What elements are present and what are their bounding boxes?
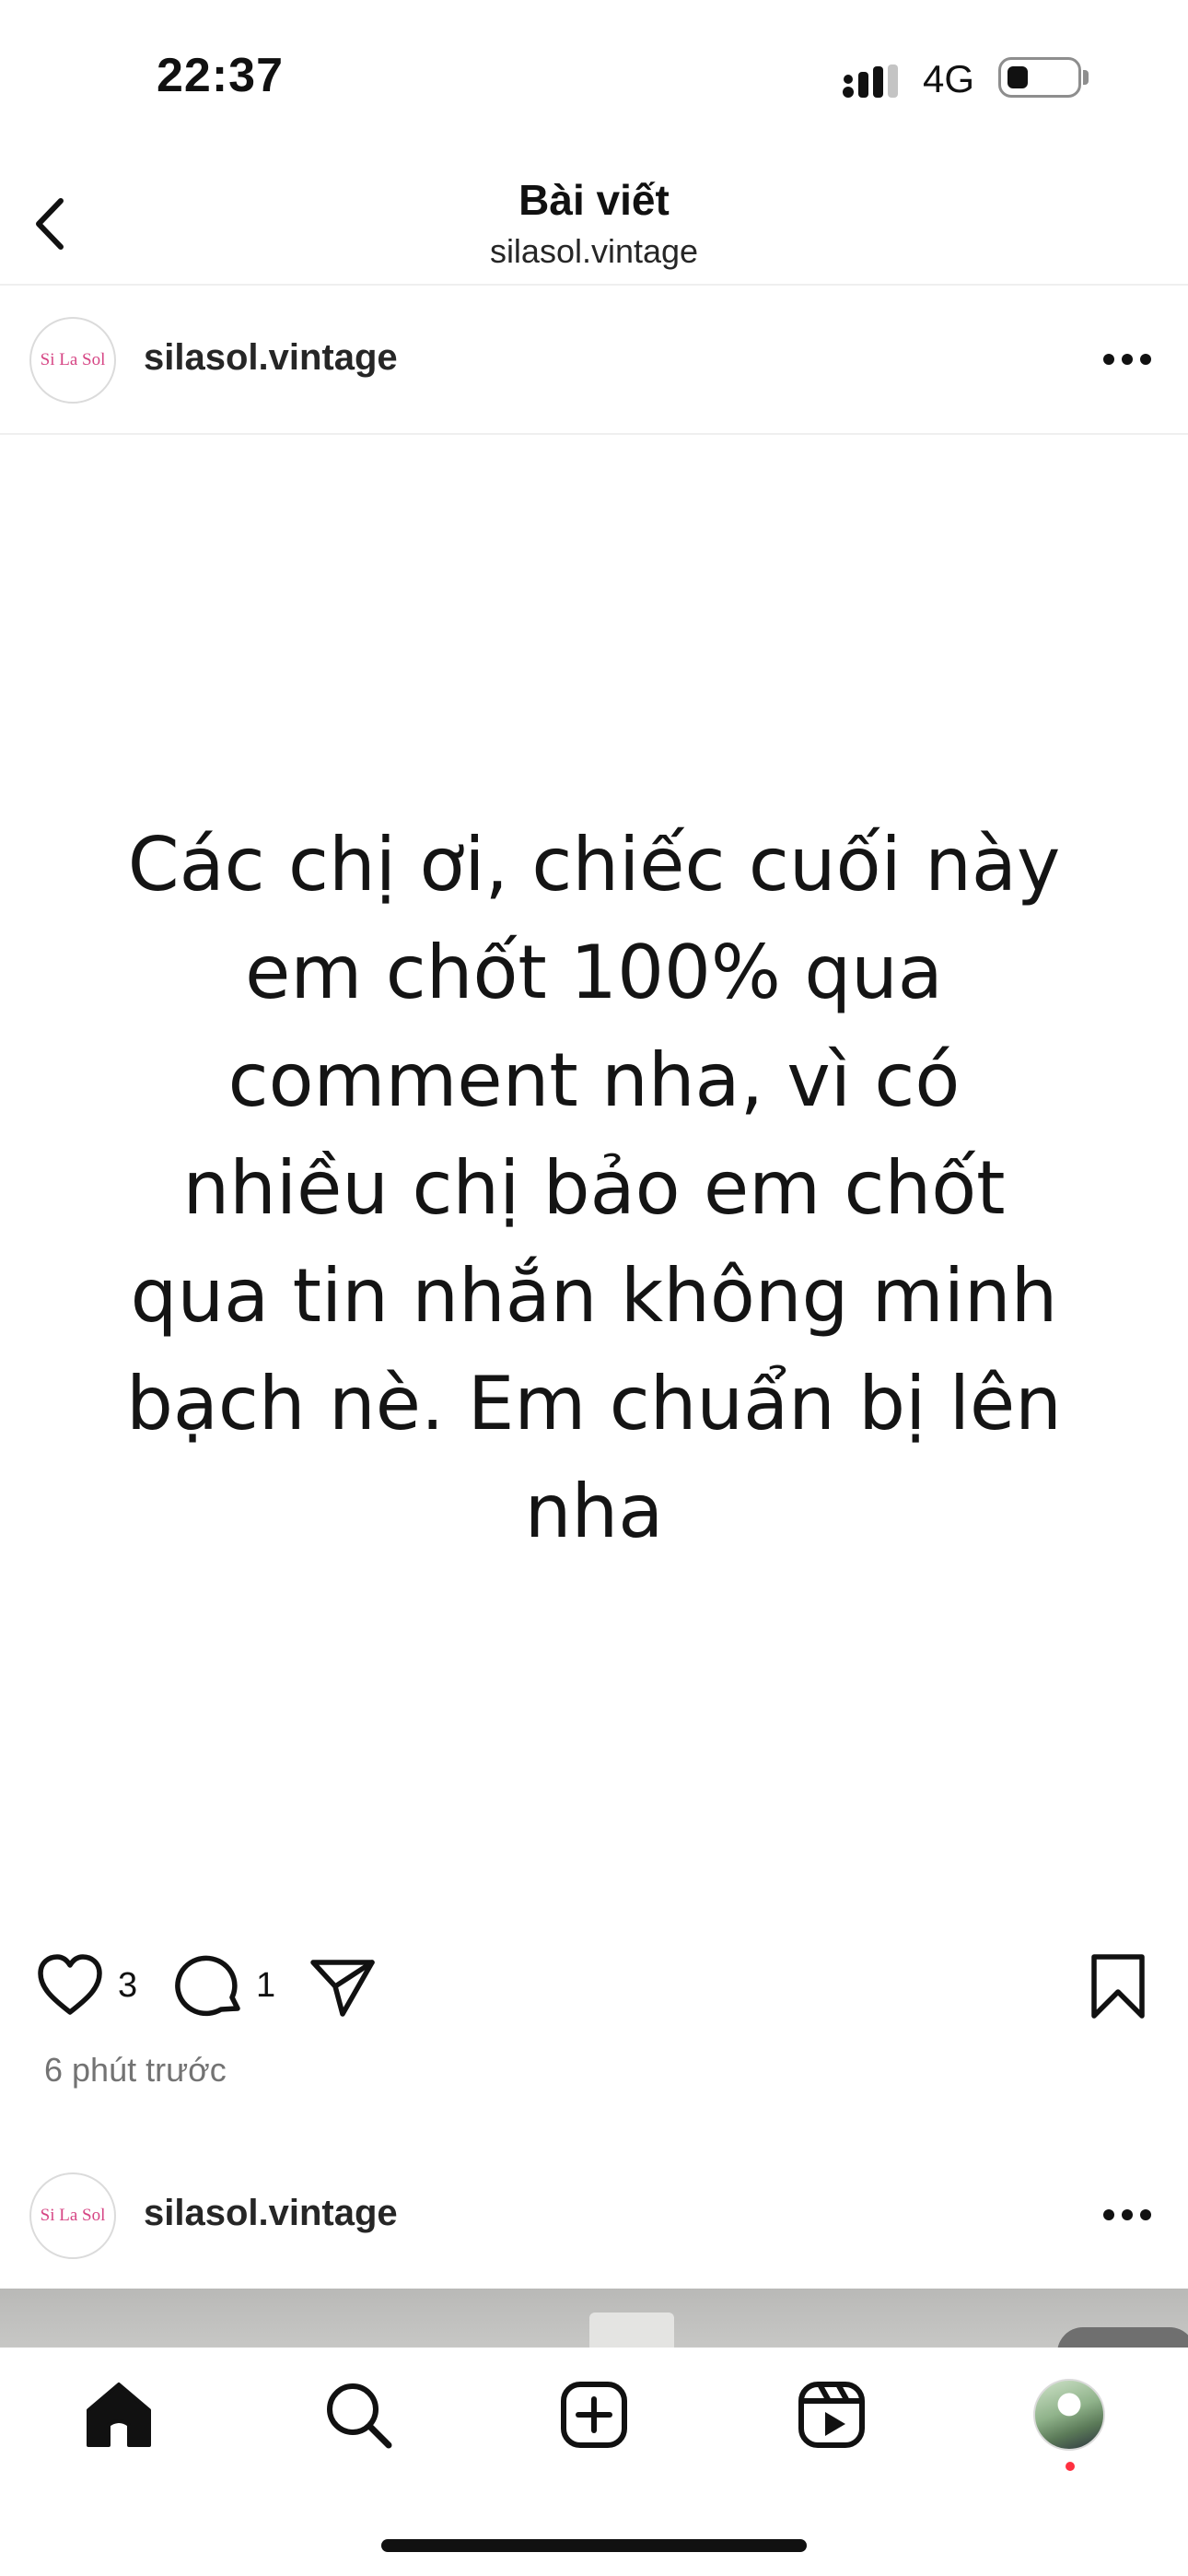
share-send-icon[interactable] [308,1951,378,2021]
create-post-icon[interactable] [558,2379,630,2451]
home-icon[interactable] [83,2379,155,2451]
comment-bubble-icon[interactable] [175,1951,245,2021]
search-icon[interactable] [322,2379,394,2451]
page-title: Bài viết [518,176,670,224]
post-author-username[interactable]: silasol.vintage [144,337,398,379]
comment-count[interactable]: 1 [256,1966,275,2006]
network-type: 4G [923,57,975,100]
home-indicator [381,2539,807,2552]
page-subtitle[interactable]: silasol.vintage [0,232,1188,271]
next-post-image[interactable] [0,2289,1188,2364]
post-header-divider [0,433,1188,435]
battery-icon [998,57,1081,98]
next-post-author-username[interactable]: silasol.vintage [144,2193,398,2234]
save-bookmark-icon[interactable] [1083,1951,1153,2021]
status-time: 22:37 [157,49,284,102]
cellular-signal-icon [843,64,898,98]
like-count[interactable]: 3 [118,1966,137,2006]
reels-icon[interactable] [796,2379,868,2451]
post-timestamp: 6 phút trước [44,2051,227,2089]
more-options-icon[interactable] [1101,352,1153,367]
next-post-author-avatar[interactable]: Si La Sol [29,2172,116,2259]
battery-tip [1083,70,1089,85]
next-post-more-options-icon[interactable] [1101,2207,1153,2222]
profile-notification-dot [1066,2462,1075,2471]
profile-avatar[interactable] [1033,2379,1105,2451]
header-divider [0,284,1188,286]
post-author-avatar[interactable]: Si La Sol [29,317,116,404]
like-heart-icon[interactable] [35,1951,105,2021]
post-text-image: Các chị ơi, chiếc cuối này em chốt 100% … [126,822,1062,1554]
